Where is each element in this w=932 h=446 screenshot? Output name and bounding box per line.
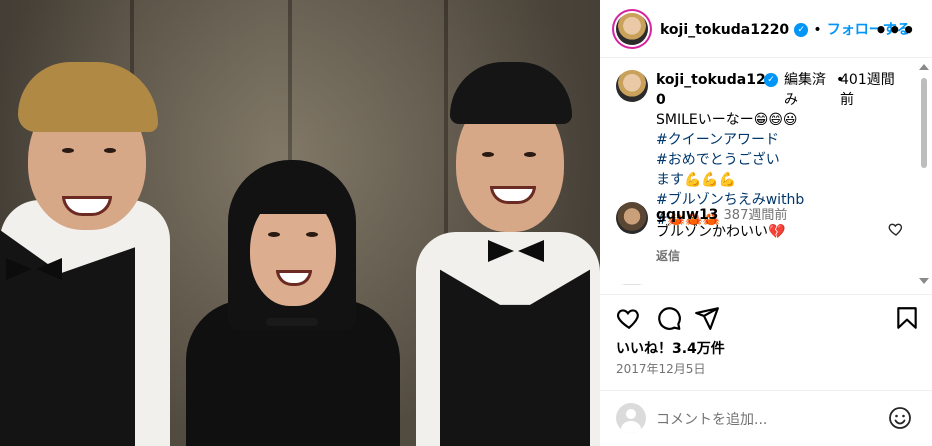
likes-count[interactable]: いいね！3.4万件	[616, 338, 725, 358]
verified-badge-icon: ✓	[794, 22, 809, 37]
eye	[268, 232, 280, 237]
bowtie	[6, 258, 62, 280]
more-options-icon[interactable]: •••	[875, 18, 916, 42]
eye	[62, 148, 74, 153]
caption-time-line2: 前	[840, 92, 854, 108]
scrollbar-thumb[interactable]	[921, 78, 927, 168]
comments-scroll-area[interactable]: koji_tokuda122 0 ✓ 編集済 み • 401週間 前 SMILE…	[600, 59, 932, 285]
reply-button[interactable]: 返信	[656, 247, 680, 264]
header-username[interactable]: koji_tokuda1220	[660, 22, 789, 38]
header-user-row: koji_tokuda1220 ✓ • フォローする	[660, 19, 911, 39]
hashtag[interactable]: ます💪💪💪	[656, 170, 906, 190]
bookmark-icon[interactable]	[894, 305, 920, 331]
caption-avatar[interactable]	[616, 70, 648, 102]
comment-like-heart-icon[interactable]	[888, 221, 904, 237]
bangs	[240, 174, 348, 214]
caption-text: SMILEいーなー😁😄😃	[656, 112, 798, 128]
post-date[interactable]: 2017年12月5日	[616, 360, 705, 377]
comment-header: gquw13 387週間前	[656, 204, 787, 223]
caption-username-cont[interactable]: 0	[656, 90, 756, 110]
caption-username-block[interactable]: koji_tokuda122 0	[656, 70, 775, 110]
eye	[482, 152, 494, 157]
comment-input[interactable]: コメントを追加...	[656, 409, 767, 429]
eye	[306, 232, 318, 237]
next-comment-avatar	[616, 284, 648, 285]
edited-label-line2: み	[784, 92, 798, 108]
caption-time: 401週間 前	[840, 70, 895, 110]
header-separator: •	[813, 22, 822, 38]
post-photo[interactable]	[0, 0, 600, 446]
eye	[104, 148, 116, 153]
hashtag[interactable]: #おめでとうござい	[656, 150, 906, 170]
action-bar	[600, 294, 932, 344]
caption-username[interactable]: koji_tokuda122	[656, 70, 775, 90]
emoji-icon[interactable]	[888, 406, 912, 430]
comment-bar: コメントを追加...	[600, 390, 932, 446]
scroll-down-arrow-icon[interactable]	[919, 278, 929, 284]
post-header: koji_tokuda1220 ✓ • フォローする •••	[600, 0, 932, 58]
comment-text: ブルゾンかわいい💔	[656, 224, 786, 240]
hashtag[interactable]: #クイーンアワード	[656, 130, 906, 150]
edited-label-line1: 編集済	[784, 72, 826, 88]
comments-scrollbar[interactable]	[918, 60, 930, 286]
caption-verified-icon: ✓	[764, 73, 778, 87]
eye	[524, 152, 536, 157]
choker	[266, 318, 318, 326]
edited-label: 編集済 み	[784, 70, 826, 110]
bowtie	[488, 240, 544, 262]
user-avatar-icon	[616, 403, 646, 433]
scroll-up-arrow-icon[interactable]	[919, 64, 929, 70]
comment-icon[interactable]	[656, 305, 682, 331]
comment-time: 387週間前	[723, 208, 788, 223]
comment-username[interactable]: gquw13	[656, 207, 718, 223]
comment-avatar[interactable]	[616, 202, 648, 234]
post-side-panel: koji_tokuda1220 ✓ • フォローする ••• koji_toku…	[600, 0, 932, 446]
caption-time-line1: 401週間	[840, 72, 895, 88]
share-icon[interactable]	[694, 305, 720, 331]
avatar[interactable]	[616, 13, 648, 45]
heart-icon[interactable]	[616, 305, 642, 331]
